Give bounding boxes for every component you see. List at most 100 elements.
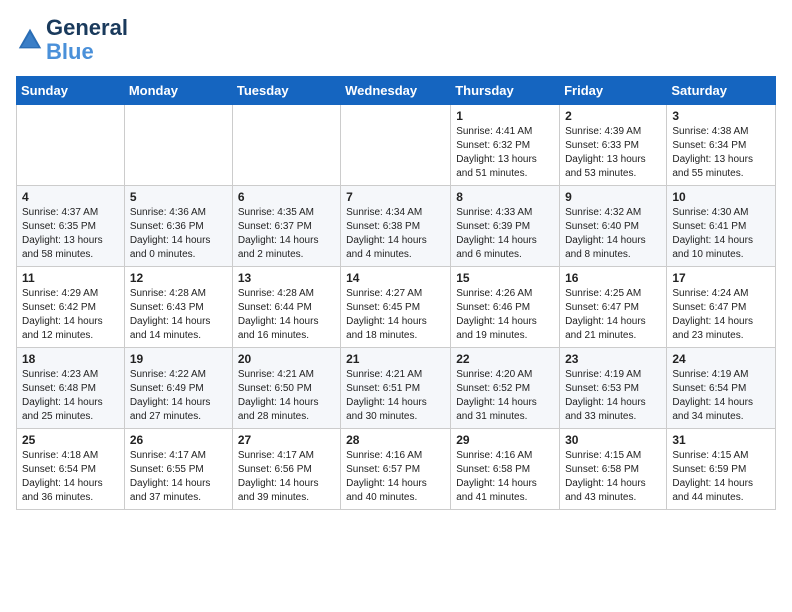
day-info: Sunrise: 4:34 AMSunset: 6:38 PMDaylight:…	[346, 206, 445, 262]
day-cell: 31 Sunrise: 4:15 AMSunset: 6:59 PMDayligh…	[667, 429, 776, 510]
day-info: Sunrise: 4:35 AMSunset: 6:37 PMDaylight:…	[238, 206, 335, 262]
day-number: 8	[456, 190, 554, 204]
day-number: 23	[565, 352, 661, 366]
day-number: 27	[238, 433, 335, 447]
logo-blue: Blue	[46, 39, 94, 64]
week-row-2: 4Sunrise: 4:37 AMSunset: 6:35 PMDaylight…	[17, 186, 776, 267]
day-number: 14	[346, 271, 445, 285]
day-info: Sunrise: 4:23 AMSunset: 6:48 PMDaylight:…	[22, 368, 119, 424]
day-number: 18	[22, 352, 119, 366]
day-info: Sunrise: 4:22 AMSunset: 6:49 PMDaylight:…	[130, 368, 227, 424]
weekday-monday: Monday	[124, 77, 232, 105]
logo-icon	[16, 26, 44, 54]
day-cell: 29 Sunrise: 4:16 AMSunset: 6:58 PMDayligh…	[451, 429, 560, 510]
day-number: 21	[346, 352, 445, 366]
day-info: Sunrise: 4:39 AMSunset: 6:33 PMDaylight:…	[565, 125, 661, 181]
day-info: Sunrise: 4:15 AMSunset: 6:58 PMDaylight:…	[565, 449, 661, 505]
day-cell: 12 Sunrise: 4:28 AMSunset: 6:43 PMDayligh…	[124, 267, 232, 348]
day-info: Sunrise: 4:28 AMSunset: 6:43 PMDaylight:…	[130, 287, 227, 343]
page: GeneralBlue SundayMondayTuesdayWednesday…	[0, 0, 792, 526]
weekday-sunday: Sunday	[17, 77, 125, 105]
weekday-wednesday: Wednesday	[341, 77, 451, 105]
day-cell: 28Sunrise: 4:16 AMSunset: 6:57 PMDayligh…	[341, 429, 451, 510]
day-cell: 6 Sunrise: 4:35 AMSunset: 6:37 PMDaylight…	[232, 186, 340, 267]
day-cell: 3Sunrise: 4:38 AMSunset: 6:34 PMDaylight…	[667, 105, 776, 186]
day-cell: 7 Sunrise: 4:34 AMSunset: 6:38 PMDaylight…	[341, 186, 451, 267]
day-cell: 20 Sunrise: 4:21 AMSunset: 6:50 PMDayligh…	[232, 348, 340, 429]
day-cell: 8 Sunrise: 4:33 AMSunset: 6:39 PMDaylight…	[451, 186, 560, 267]
day-info: Sunrise: 4:28 AMSunset: 6:44 PMDaylight:…	[238, 287, 335, 343]
day-info: Sunrise: 4:19 AMSunset: 6:54 PMDaylight:…	[672, 368, 770, 424]
day-number: 11	[22, 271, 119, 285]
week-row-1: 1 Sunrise: 4:41 AMSunset: 6:32 PMDaylight…	[17, 105, 776, 186]
day-number: 29	[456, 433, 554, 447]
day-number: 20	[238, 352, 335, 366]
day-number: 16	[565, 271, 661, 285]
day-cell: 10 Sunrise: 4:30 AMSunset: 6:41 PMDayligh…	[667, 186, 776, 267]
day-number: 12	[130, 271, 227, 285]
day-cell: 9 Sunrise: 4:32 AMSunset: 6:40 PMDaylight…	[560, 186, 667, 267]
day-cell: 1 Sunrise: 4:41 AMSunset: 6:32 PMDaylight…	[451, 105, 560, 186]
day-info: Sunrise: 4:21 AMSunset: 6:51 PMDaylight:…	[346, 368, 445, 424]
day-number: 10	[672, 190, 770, 204]
day-cell: 4Sunrise: 4:37 AMSunset: 6:35 PMDaylight…	[17, 186, 125, 267]
day-cell: 22 Sunrise: 4:20 AMSunset: 6:52 PMDayligh…	[451, 348, 560, 429]
week-row-5: 25 Sunrise: 4:18 AMSunset: 6:54 PMDayligh…	[17, 429, 776, 510]
day-cell: 26 Sunrise: 4:17 AMSunset: 6:55 PMDayligh…	[124, 429, 232, 510]
day-info: Sunrise: 4:29 AMSunset: 6:42 PMDaylight:…	[22, 287, 119, 343]
day-info: Sunrise: 4:18 AMSunset: 6:54 PMDaylight:…	[22, 449, 119, 505]
day-info: Sunrise: 4:27 AMSunset: 6:45 PMDaylight:…	[346, 287, 445, 343]
week-row-4: 18 Sunrise: 4:23 AMSunset: 6:48 PMDayligh…	[17, 348, 776, 429]
day-number: 1	[456, 109, 554, 123]
day-number: 13	[238, 271, 335, 285]
day-number: 7	[346, 190, 445, 204]
logo: GeneralBlue	[16, 16, 128, 64]
day-info: Sunrise: 4:15 AMSunset: 6:59 PMDaylight:…	[672, 449, 770, 505]
day-number: 4	[22, 190, 119, 204]
day-cell: 19Sunrise: 4:22 AMSunset: 6:49 PMDayligh…	[124, 348, 232, 429]
day-info: Sunrise: 4:36 AMSunset: 6:36 PMDaylight:…	[130, 206, 227, 262]
logo-text: GeneralBlue	[46, 16, 128, 64]
day-cell: 27 Sunrise: 4:17 AMSunset: 6:56 PMDayligh…	[232, 429, 340, 510]
day-info: Sunrise: 4:24 AMSunset: 6:47 PMDaylight:…	[672, 287, 770, 343]
day-info: Sunrise: 4:19 AMSunset: 6:53 PMDaylight:…	[565, 368, 661, 424]
day-info: Sunrise: 4:41 AMSunset: 6:32 PMDaylight:…	[456, 125, 554, 181]
day-cell: 17Sunrise: 4:24 AMSunset: 6:47 PMDayligh…	[667, 267, 776, 348]
day-number: 24	[672, 352, 770, 366]
day-info: Sunrise: 4:26 AMSunset: 6:46 PMDaylight:…	[456, 287, 554, 343]
day-cell: 21 Sunrise: 4:21 AMSunset: 6:51 PMDayligh…	[341, 348, 451, 429]
day-number: 2	[565, 109, 661, 123]
day-info: Sunrise: 4:20 AMSunset: 6:52 PMDaylight:…	[456, 368, 554, 424]
day-info: Sunrise: 4:38 AMSunset: 6:34 PMDaylight:…	[672, 125, 770, 181]
day-number: 26	[130, 433, 227, 447]
day-cell	[17, 105, 125, 186]
day-number: 6	[238, 190, 335, 204]
day-info: Sunrise: 4:17 AMSunset: 6:56 PMDaylight:…	[238, 449, 335, 505]
day-cell: 18 Sunrise: 4:23 AMSunset: 6:48 PMDayligh…	[17, 348, 125, 429]
day-number: 31	[672, 433, 770, 447]
day-number: 5	[130, 190, 227, 204]
day-info: Sunrise: 4:30 AMSunset: 6:41 PMDaylight:…	[672, 206, 770, 262]
day-number: 9	[565, 190, 661, 204]
day-number: 22	[456, 352, 554, 366]
weekday-saturday: Saturday	[667, 77, 776, 105]
weekday-header-row: SundayMondayTuesdayWednesdayThursdayFrid…	[17, 77, 776, 105]
day-info: Sunrise: 4:33 AMSunset: 6:39 PMDaylight:…	[456, 206, 554, 262]
day-number: 25	[22, 433, 119, 447]
day-info: Sunrise: 4:16 AMSunset: 6:57 PMDaylight:…	[346, 449, 445, 505]
day-info: Sunrise: 4:17 AMSunset: 6:55 PMDaylight:…	[130, 449, 227, 505]
day-info: Sunrise: 4:21 AMSunset: 6:50 PMDaylight:…	[238, 368, 335, 424]
week-row-3: 11 Sunrise: 4:29 AMSunset: 6:42 PMDayligh…	[17, 267, 776, 348]
day-cell: 2 Sunrise: 4:39 AMSunset: 6:33 PMDaylight…	[560, 105, 667, 186]
day-info: Sunrise: 4:16 AMSunset: 6:58 PMDaylight:…	[456, 449, 554, 505]
weekday-friday: Friday	[560, 77, 667, 105]
calendar: SundayMondayTuesdayWednesdayThursdayFrid…	[16, 76, 776, 510]
day-cell: 14 Sunrise: 4:27 AMSunset: 6:45 PMDayligh…	[341, 267, 451, 348]
day-cell: 13 Sunrise: 4:28 AMSunset: 6:44 PMDayligh…	[232, 267, 340, 348]
day-cell	[232, 105, 340, 186]
day-number: 15	[456, 271, 554, 285]
weekday-thursday: Thursday	[451, 77, 560, 105]
day-cell: 16Sunrise: 4:25 AMSunset: 6:47 PMDayligh…	[560, 267, 667, 348]
weekday-tuesday: Tuesday	[232, 77, 340, 105]
day-info: Sunrise: 4:32 AMSunset: 6:40 PMDaylight:…	[565, 206, 661, 262]
